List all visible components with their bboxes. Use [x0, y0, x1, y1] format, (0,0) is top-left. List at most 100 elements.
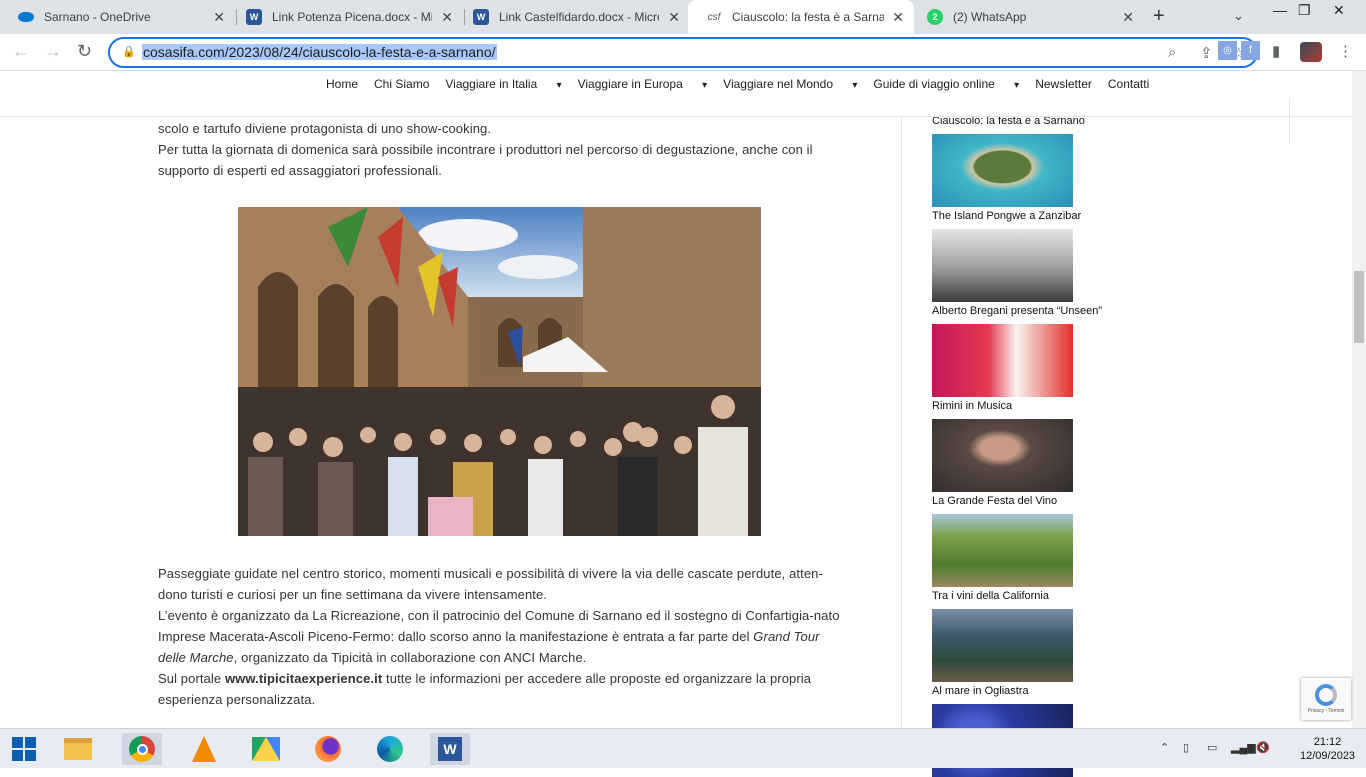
tab-castelfidardo[interactable]: W Link Castelfidardo.docx - Micro ✕	[455, 0, 690, 34]
start-icon[interactable]	[4, 733, 44, 765]
sidebar-post-caption[interactable]: Rimini in Musica	[932, 397, 1112, 417]
signal-icon[interactable]: ▂▄▆	[1231, 741, 1256, 754]
nav-home[interactable]: Home	[326, 77, 358, 91]
tab-title: Link Potenza Picena.docx - Mic	[272, 10, 432, 24]
tab-onedrive[interactable]: Sarnano - OneDrive ✕	[0, 0, 235, 34]
csf-icon: csf	[707, 11, 721, 23]
sidebar-post-caption[interactable]: Al mare in Ogliastra	[932, 682, 1112, 702]
onedrive-icon	[18, 12, 34, 22]
sidebar-post-festa-vino[interactable]: La Grande Festa del Vino	[932, 419, 1112, 512]
menu-icon[interactable]: ⋮	[1338, 42, 1353, 60]
post-thumbnail[interactable]	[932, 514, 1073, 587]
instagram-icon[interactable]: ◎	[1218, 41, 1237, 60]
file-explorer-icon[interactable]	[58, 733, 98, 765]
chevron-up-icon[interactable]: ⌃	[1160, 741, 1169, 754]
article-paragraph: Passeggiate guidate nel centro storico, …	[158, 566, 823, 602]
system-clock[interactable]: 21:12 12/09/2023	[1300, 735, 1355, 763]
nav-viaggiare-italia[interactable]: Viaggiare in Italia ▾	[445, 77, 561, 91]
address-bar[interactable]: 🔒 cosasifa.com/2023/08/24/ciauscolo-la-f…	[108, 37, 1258, 68]
sidebar-post-caption[interactable]: Tra i vini della California	[932, 587, 1112, 607]
nav-viaggiare-mondo[interactable]: Viaggiare nel Mondo ▾	[723, 77, 857, 91]
nav-chi-siamo[interactable]: Chi Siamo	[374, 77, 429, 91]
search-icon[interactable]: ⌕	[1312, 43, 1319, 59]
nav-newsletter[interactable]: Newsletter	[1035, 77, 1092, 91]
sidebar-post-caption[interactable]: Alberto Bregani presenta “Unseen”	[932, 302, 1112, 322]
page-scrollbar[interactable]	[1352, 71, 1366, 728]
forward-icon[interactable]: →	[44, 41, 62, 62]
chevron-down-icon[interactable]: ⌄	[1233, 8, 1244, 24]
vlc-icon[interactable]	[184, 733, 224, 765]
device-icon[interactable]: ▯	[1183, 741, 1189, 754]
tab-title: (2) WhatsApp	[953, 10, 1027, 24]
sidebar-post-zanzibar[interactable]: The Island Pongwe a Zanzibar	[932, 134, 1112, 227]
windows-taskbar: W ⌃ ▯ ▭ ▂▄▆ 🔇 21:12 12/09/2023	[0, 728, 1366, 768]
post-thumbnail[interactable]	[932, 229, 1073, 302]
dropdown-caret-icon: ▾	[556, 80, 562, 91]
tab-strip: Sarnano - OneDrive ✕ W Link Potenza Pice…	[0, 0, 1366, 34]
tab-ciauscolo[interactable]: csf Ciauscolo: la festa è a Sarnano ✕	[688, 0, 914, 34]
recaptcha-badge[interactable]: Privacy - Termini	[1301, 678, 1351, 720]
nav-contatti[interactable]: Contatti	[1108, 77, 1149, 91]
lock-icon[interactable]: 🔒	[122, 45, 136, 58]
scrollbar-thumb[interactable]	[1354, 271, 1364, 343]
close-tab-icon[interactable]: ✕	[892, 9, 904, 26]
sidebar-post-caption[interactable]: La Grande Festa del Vino	[932, 492, 1112, 512]
firefox-icon[interactable]	[308, 733, 348, 765]
zoom-icon[interactable]: ⌕	[1168, 44, 1176, 61]
sidebar-post-ogliastra[interactable]: Al mare in Ogliastra	[932, 609, 1112, 702]
close-tab-icon[interactable]: ✕	[441, 9, 453, 26]
post-thumbnail[interactable]	[932, 609, 1073, 682]
volume-muted-icon[interactable]: 🔇	[1256, 741, 1270, 754]
whatsapp-icon: 2	[927, 9, 943, 25]
word-icon: W	[473, 9, 489, 25]
sidebar-post-unseen[interactable]: Alberto Bregani presenta “Unseen”	[932, 229, 1112, 322]
chrome-icon[interactable]	[122, 733, 162, 765]
url-text[interactable]: cosasifa.com/2023/08/24/ciauscolo-la-fes…	[142, 44, 497, 60]
maximize-icon[interactable]: ❐	[1298, 2, 1311, 19]
post-thumbnail[interactable]	[932, 134, 1073, 207]
minimize-icon[interactable]: —	[1273, 2, 1287, 18]
facebook-icon[interactable]: f	[1241, 41, 1260, 60]
sidebar-post-california[interactable]: Tra i vini della California	[932, 514, 1112, 607]
sidebar-post-caption[interactable]: The Island Pongwe a Zanzibar	[932, 207, 1112, 227]
article-paragraph: Per tutta la giornata di domenica sarà p…	[158, 142, 813, 178]
recaptcha-links[interactable]: Privacy - Termini	[1301, 708, 1351, 714]
post-thumbnail[interactable]	[932, 419, 1073, 492]
site-navigation: Home Chi Siamo Viaggiare in Italia ▾ Via…	[0, 71, 1352, 143]
close-tab-icon[interactable]: ✕	[668, 9, 680, 26]
article-paragraph: Sul portale www.tipicitaexperience.it tu…	[158, 671, 812, 707]
word-icon: W	[246, 9, 262, 25]
tab-title: Ciauscolo: la festa è a Sarnano	[732, 10, 884, 24]
article-paragraph: scolo e tartufo diviene protagonista di …	[158, 121, 492, 136]
close-window-icon[interactable]: ✕	[1333, 2, 1345, 19]
google-drive-icon[interactable]	[246, 733, 286, 765]
reload-icon[interactable]: ↻	[77, 41, 92, 62]
clock-time: 21:12	[1313, 736, 1342, 748]
clock-date: 12/09/2023	[1300, 750, 1356, 762]
browser-toolbar: ← → ↻ 🔒 cosasifa.com/2023/08/24/ciauscol…	[0, 34, 1366, 71]
nav-viaggiare-europa[interactable]: Viaggiare in Europa ▾	[578, 77, 708, 91]
back-icon[interactable]: ←	[12, 41, 30, 62]
sidebar-post-rimini[interactable]: Rimini in Musica	[932, 324, 1112, 417]
post-thumbnail[interactable]	[932, 324, 1073, 397]
close-tab-icon[interactable]: ✕	[1122, 9, 1134, 26]
nav-divider	[1289, 98, 1290, 143]
dropdown-caret-icon: ▾	[1014, 80, 1020, 91]
network-icon[interactable]: ▭	[1207, 741, 1217, 754]
tab-title: Sarnano - OneDrive	[44, 10, 151, 24]
share-icon[interactable]: ⇪	[1200, 44, 1213, 62]
nav-guide-viaggio[interactable]: Guide di viaggio online ▾	[873, 77, 1019, 91]
close-tab-icon[interactable]: ✕	[213, 9, 225, 26]
tab-title: Link Castelfidardo.docx - Micro	[499, 10, 659, 24]
edge-icon[interactable]	[370, 733, 410, 765]
tab-potenza-picena[interactable]: W Link Potenza Picena.docx - Mic ✕	[228, 0, 463, 34]
festival-photo	[238, 207, 761, 536]
tab-whatsapp[interactable]: 2 (2) WhatsApp ✕	[909, 0, 1144, 34]
word-icon[interactable]: W	[430, 733, 470, 765]
new-tab-icon[interactable]: +	[1153, 5, 1165, 28]
recent-posts-sidebar: Ciauscolo: la festa è a Sarnano The Isla…	[932, 112, 1112, 777]
tipicita-link[interactable]: www.tipicitaexperience.it	[225, 671, 382, 686]
side-panel-icon[interactable]: ▮	[1272, 42, 1280, 60]
dropdown-caret-icon: ▾	[702, 80, 708, 91]
social-links: ◎ f	[1218, 41, 1260, 60]
